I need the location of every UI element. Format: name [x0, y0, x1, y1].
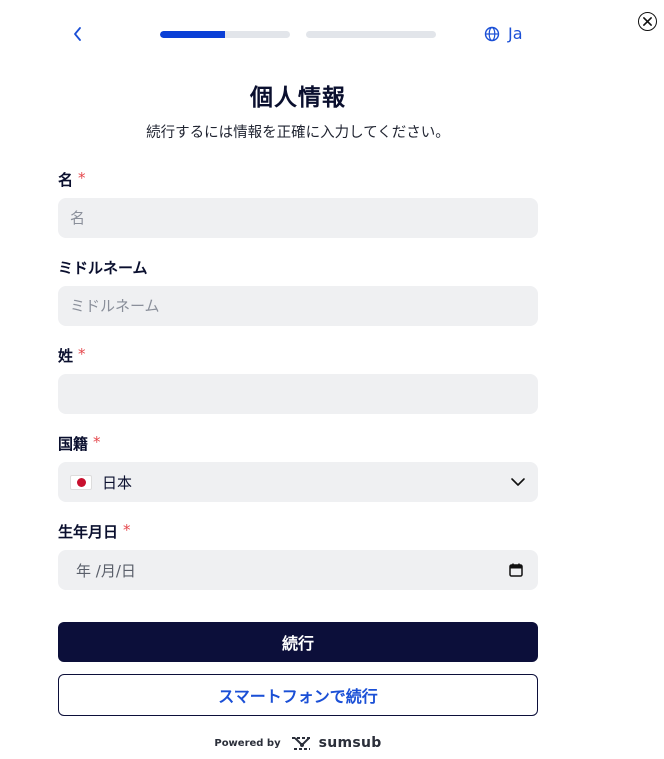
birth-date-placeholder: 年 /月/日: [76, 561, 136, 580]
required-mark: *: [123, 521, 131, 539]
last-name-input[interactable]: [58, 374, 538, 414]
language-selector[interactable]: Ja: [484, 24, 523, 43]
middle-name-input[interactable]: [58, 286, 538, 326]
first-name-label-text: 名: [58, 171, 74, 189]
required-mark: *: [78, 169, 86, 187]
nationality-value: 日本: [102, 473, 133, 492]
page-subtitle: 続行するには情報を正確に入力してください。: [146, 125, 450, 141]
close-button[interactable]: [638, 12, 657, 31]
last-name-label-text: 姓: [58, 347, 74, 365]
first-name-input[interactable]: [58, 198, 538, 238]
middle-name-label-text: ミドルネーム: [58, 259, 148, 277]
middle-name-label: ミドルネーム: [58, 257, 148, 278]
progress-step-2: [306, 31, 436, 38]
continue-on-phone-button[interactable]: スマートフォンで続行: [58, 674, 538, 716]
powered-by-text: Powered by: [214, 737, 281, 749]
back-button[interactable]: [68, 24, 88, 44]
globe-icon: [484, 26, 500, 41]
birth-date-input[interactable]: 年 /月/日: [58, 550, 538, 590]
progress-step-1: [160, 31, 290, 38]
sumsub-logo: sumsub: [289, 734, 382, 752]
japan-flag-icon: [70, 474, 92, 490]
first-name-label: 名 *: [58, 169, 86, 190]
page-title: 個人情報: [250, 85, 346, 111]
calendar-icon[interactable]: [508, 562, 524, 578]
chevron-down-icon: [511, 478, 525, 486]
birth-date-label-text: 生年月日: [58, 523, 119, 541]
powered-by-footer: Powered by sumsub: [0, 734, 596, 752]
continue-button[interactable]: 続行: [58, 622, 538, 662]
required-mark: *: [78, 345, 86, 363]
last-name-label: 姓 *: [58, 345, 86, 366]
nationality-select[interactable]: 日本: [58, 462, 538, 502]
nationality-label-text: 国籍: [58, 435, 89, 453]
close-icon: [643, 17, 652, 26]
nationality-label: 国籍 *: [58, 433, 101, 454]
language-label: Ja: [508, 24, 523, 43]
sumsub-logo-icon: [291, 737, 312, 750]
chevron-left-icon: [74, 27, 81, 41]
required-mark: *: [93, 433, 101, 451]
sumsub-brand-text: sumsub: [318, 735, 382, 751]
birth-date-label: 生年月日 *: [58, 521, 131, 542]
